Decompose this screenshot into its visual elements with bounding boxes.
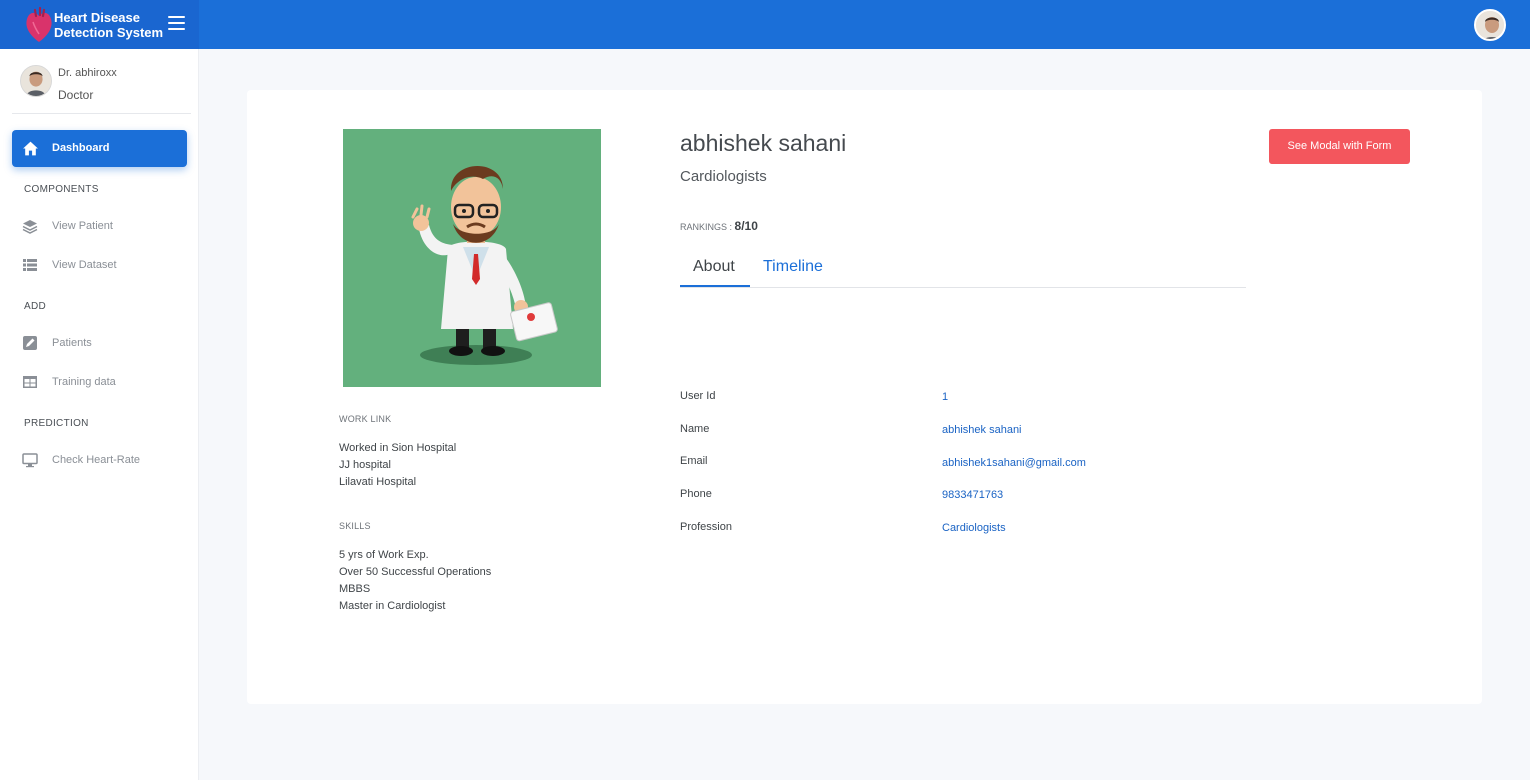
tab-timeline[interactable]: Timeline bbox=[763, 258, 823, 288]
sidebar-user: Dr. abhiroxx Doctor bbox=[12, 49, 191, 114]
detail-value: abhishek1sahani@gmail.com bbox=[942, 457, 1086, 469]
avatar[interactable] bbox=[1474, 9, 1506, 41]
avatar[interactable] bbox=[20, 65, 52, 97]
sidebar-item-label: Patients bbox=[52, 337, 92, 349]
detail-value: 9833471763 bbox=[942, 489, 1004, 501]
menu-toggle-icon[interactable] bbox=[168, 16, 185, 31]
top-navbar: Heart Disease Detection System bbox=[0, 0, 1530, 49]
work-link-list: Worked in Sion Hospital JJ hospital Lila… bbox=[339, 440, 456, 491]
sidebar-item-check-heart-rate[interactable]: Check Heart-Rate bbox=[12, 445, 187, 475]
sidebar-item-label: View Dataset bbox=[52, 259, 117, 271]
profile-card: WORK LINK Worked in Sion Hospital JJ hos… bbox=[247, 90, 1482, 704]
sidebar-item-training-data[interactable]: Training data bbox=[12, 367, 187, 397]
detail-label: Profession bbox=[680, 521, 732, 533]
sidebar-item-label: View Patient bbox=[52, 220, 113, 232]
table-icon bbox=[23, 376, 37, 388]
detail-label: Phone bbox=[680, 488, 712, 500]
sidebar: Dr. abhiroxx Doctor Dashboard COMPONENTS… bbox=[0, 49, 199, 780]
detail-value: abhishek sahani bbox=[942, 424, 1022, 436]
profile-tabs: About Timeline bbox=[680, 250, 1246, 288]
section-components: COMPONENTS bbox=[24, 184, 99, 195]
user-name: Dr. abhiroxx bbox=[58, 67, 117, 79]
brand-title-line1: Heart Disease bbox=[54, 10, 140, 25]
see-modal-button[interactable]: See Modal with Form bbox=[1269, 129, 1410, 164]
layers-icon bbox=[22, 220, 38, 234]
tab-about[interactable]: About bbox=[693, 258, 735, 288]
active-tab-indicator bbox=[680, 285, 750, 287]
ranking-value: 8/10 bbox=[734, 219, 758, 233]
skills-list: 5 yrs of Work Exp. Over 50 Successful Op… bbox=[339, 547, 491, 615]
section-add: ADD bbox=[24, 301, 47, 312]
user-role: Doctor bbox=[58, 88, 94, 102]
list-item: Worked in Sion Hospital bbox=[339, 442, 457, 454]
profile-name: abhishek sahani bbox=[680, 130, 847, 156]
detail-value: Cardiologists bbox=[942, 522, 1006, 534]
list-item: MBBS bbox=[339, 583, 371, 595]
ranking: RANKINGS : 8/10 bbox=[680, 219, 758, 233]
detail-label: Name bbox=[680, 423, 710, 435]
sidebar-item-patients[interactable]: Patients bbox=[12, 328, 187, 358]
sidebar-item-label: Training data bbox=[52, 376, 116, 388]
heart-logo-icon bbox=[26, 6, 52, 42]
sidebar-item-view-patient[interactable]: View Patient bbox=[12, 211, 187, 241]
edit-icon bbox=[23, 336, 37, 350]
list-icon bbox=[23, 259, 37, 271]
detail-value: 1 bbox=[942, 391, 949, 403]
sidebar-item-label: Check Heart-Rate bbox=[52, 454, 141, 466]
sidebar-item-view-dataset[interactable]: View Dataset bbox=[12, 250, 187, 280]
detail-label: Email bbox=[680, 455, 708, 467]
brand[interactable]: Heart Disease Detection System bbox=[0, 0, 199, 49]
list-item: JJ hospital bbox=[339, 459, 391, 471]
profile-image bbox=[343, 129, 601, 387]
list-item: Over 50 Successful Operations bbox=[339, 566, 492, 578]
list-item: 5 yrs of Work Exp. bbox=[339, 549, 429, 561]
list-item: Lilavati Hospital bbox=[339, 476, 417, 488]
list-item: Master in Cardiologist bbox=[339, 600, 446, 612]
brand-title-line2: Detection System bbox=[54, 25, 164, 40]
skills-heading: SKILLS bbox=[339, 521, 371, 531]
user-avatar-icon bbox=[1476, 11, 1504, 39]
monitor-icon bbox=[22, 453, 38, 468]
ranking-label: RANKINGS : bbox=[680, 222, 733, 232]
brand-title: Heart Disease Detection System bbox=[54, 10, 163, 40]
work-link-heading: WORK LINK bbox=[339, 414, 392, 424]
sidebar-item-label: Dashboard bbox=[52, 142, 110, 154]
profile-profession: Cardiologists bbox=[680, 168, 767, 185]
sidebar-item-dashboard[interactable]: Dashboard bbox=[12, 130, 187, 167]
user-avatar-icon bbox=[21, 66, 51, 96]
section-prediction: PREDICTION bbox=[24, 418, 89, 429]
home-icon bbox=[23, 141, 38, 156]
detail-label: User Id bbox=[680, 390, 716, 402]
doctor-illustration-icon bbox=[411, 165, 558, 365]
